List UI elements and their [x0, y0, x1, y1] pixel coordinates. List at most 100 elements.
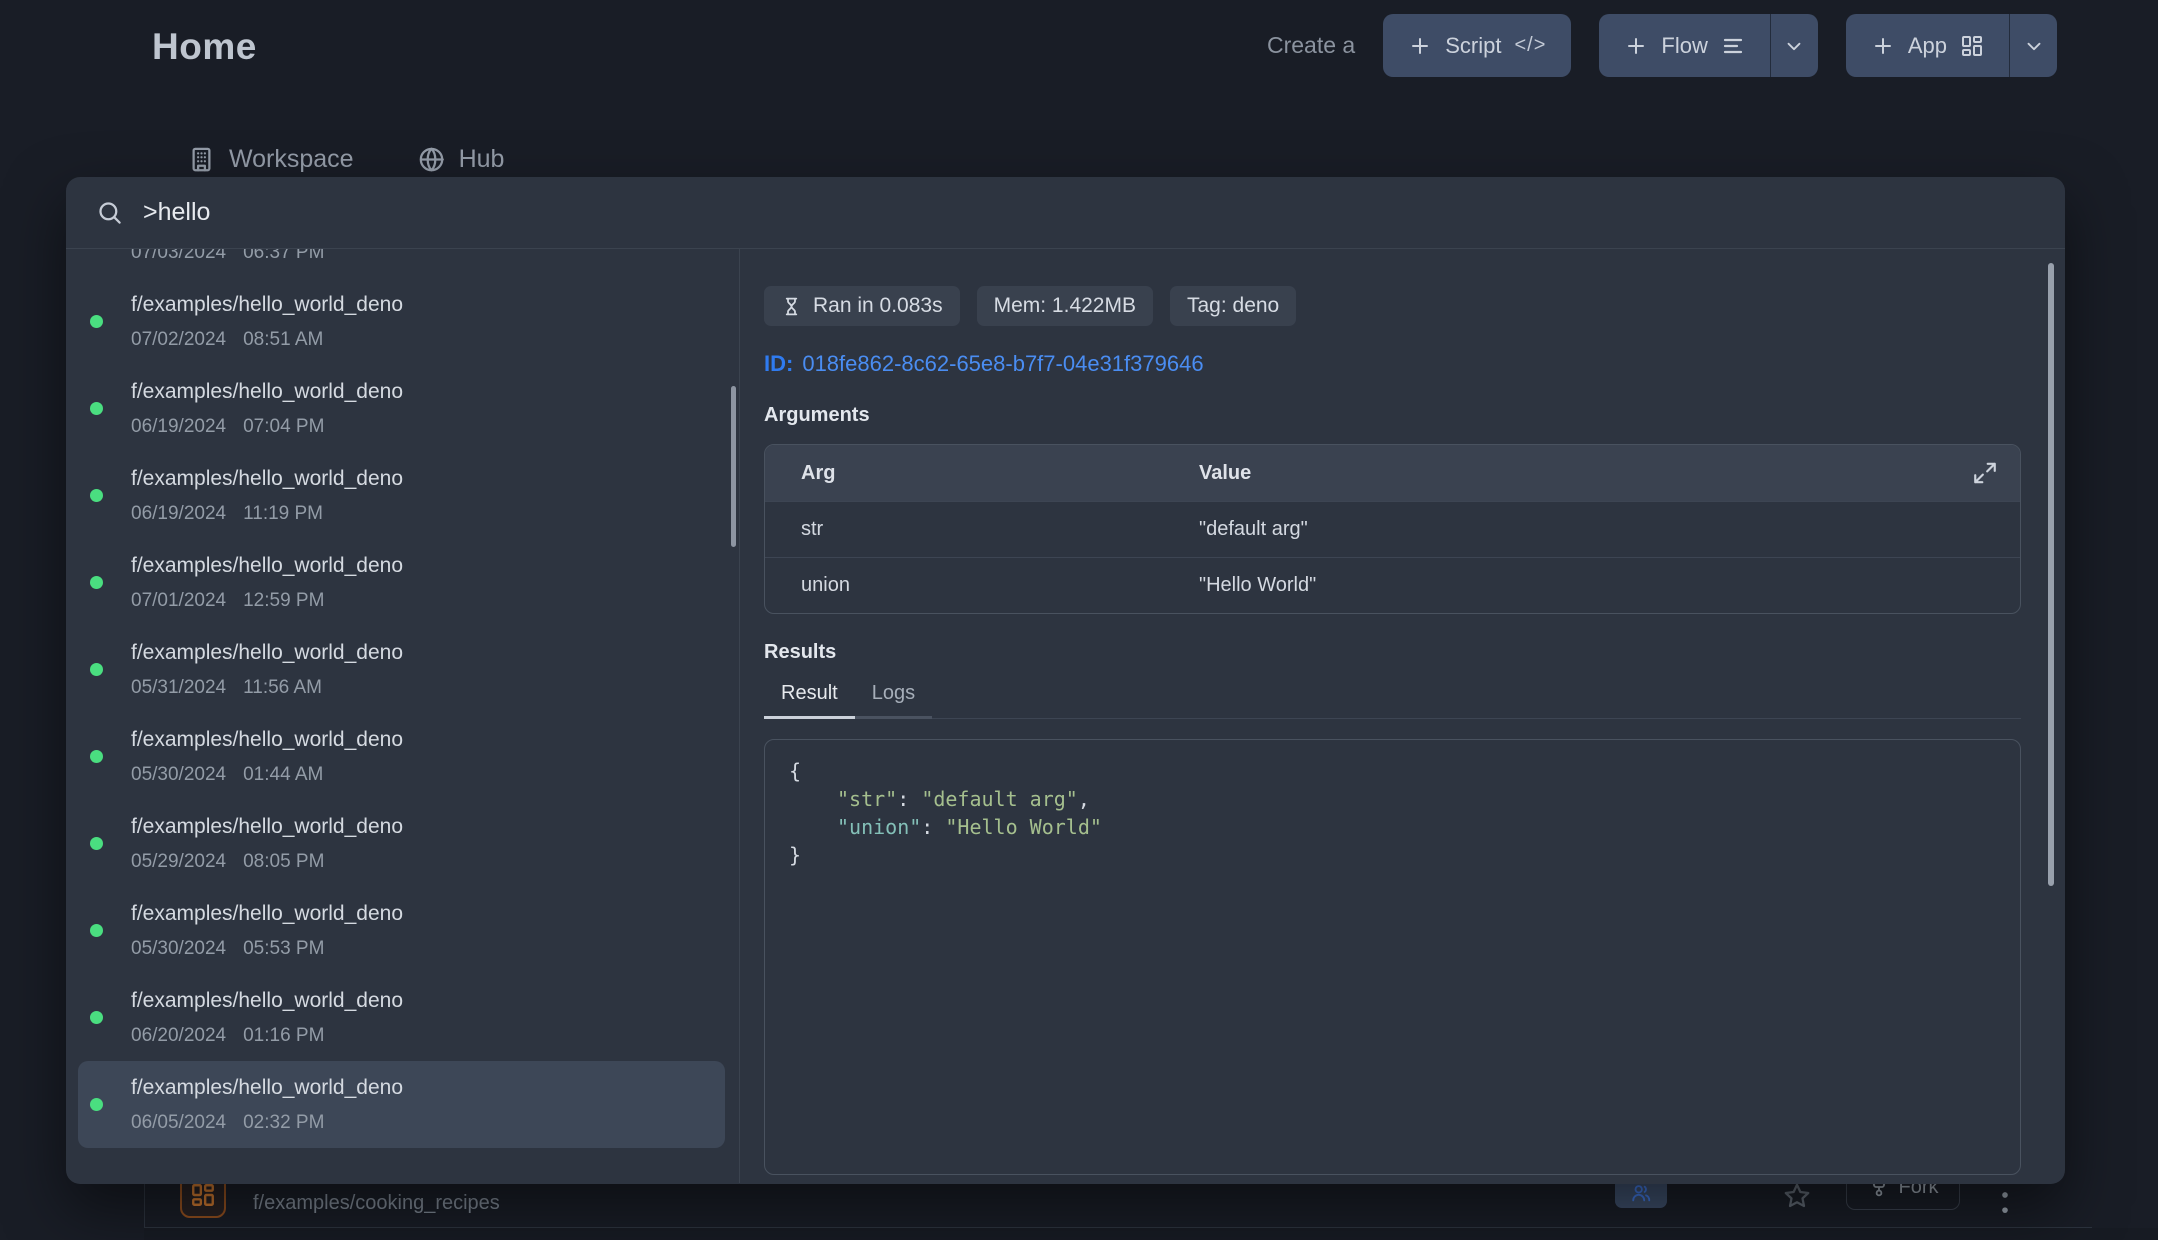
plus-icon	[1871, 34, 1895, 58]
column-header-value: Value	[1199, 462, 1251, 485]
run-path: f/examples/hello_world_deno	[131, 554, 403, 578]
expand-icon[interactable]	[1972, 460, 1998, 486]
home-tabs: Workspace Hub	[182, 144, 510, 175]
duration-badge: Ran in 0.083s	[764, 286, 960, 326]
create-app-label: App	[1908, 33, 1947, 59]
run-badges: Ran in 0.083s Mem: 1.422MB Tag: deno	[764, 286, 2021, 326]
json-comma: ,	[1078, 787, 1090, 811]
column-header-arg: Arg	[765, 462, 1199, 485]
create-prefix-label: Create a	[1267, 32, 1355, 59]
run-date: 06/19/2024	[131, 416, 226, 437]
list-item[interactable]: f/examples/hello_world_deno 06/19/202407…	[78, 365, 725, 452]
chevron-down-icon	[2023, 35, 2045, 57]
run-time: 06:37 PM	[243, 249, 324, 263]
run-time: 08:05 PM	[243, 851, 324, 872]
run-path: f/examples/hello_world_deno	[131, 467, 403, 491]
tab-hub[interactable]: Hub	[412, 144, 511, 175]
run-id-link[interactable]: 018fe862-8c62-65e8-b7f7-04e31f379646	[802, 351, 1203, 376]
search-input[interactable]	[141, 197, 1041, 228]
arguments-table-header: Arg Value	[765, 445, 2020, 501]
create-script-split: Script </>	[1383, 14, 1571, 77]
run-date: 06/20/2024	[131, 1025, 226, 1046]
run-time: 11:19 PM	[243, 503, 323, 524]
success-dot-icon	[90, 837, 103, 850]
create-app-button[interactable]: App	[1846, 14, 2009, 77]
success-dot-icon	[90, 1098, 103, 1111]
success-dot-icon	[90, 489, 103, 502]
run-date: 07/02/2024	[131, 329, 226, 350]
tag-badge: Tag: deno	[1170, 286, 1296, 326]
run-date: 05/30/2024	[131, 938, 226, 959]
run-time: 08:51 AM	[243, 329, 323, 350]
run-date: 07/03/2024	[131, 249, 226, 263]
run-time: 02:32 PM	[243, 1112, 324, 1133]
create-flow-dropdown-button[interactable]	[1770, 14, 1818, 77]
run-time: 01:16 PM	[243, 1025, 324, 1046]
run-list: 07/03/2024 06:37 PM f/examples/hello_worl…	[66, 249, 740, 1183]
search-bar	[66, 177, 2065, 249]
create-flow-split: Flow	[1599, 14, 1817, 77]
table-row: union "Hello World"	[765, 557, 2020, 613]
command-palette-modal: 07/03/2024 06:37 PM f/examples/hello_worl…	[66, 177, 2065, 1184]
success-dot-icon	[90, 663, 103, 676]
favorite-star-icon[interactable]	[1776, 1180, 1818, 1212]
json-colon: :	[921, 815, 945, 839]
list-item-selected[interactable]: f/examples/hello_world_deno 06/05/202402…	[78, 1061, 725, 1148]
run-time: 11:56 AM	[243, 677, 322, 698]
panel-scrollbar[interactable]	[2048, 263, 2054, 886]
create-flow-label: Flow	[1661, 33, 1707, 59]
run-path: f/examples/hello_world_deno	[131, 380, 403, 404]
tab-logs[interactable]: Logs	[855, 682, 932, 719]
arg-value: "Hello World"	[1199, 574, 1316, 597]
list-item[interactable]: f/examples/hello_world_deno 05/30/202405…	[78, 887, 725, 974]
results-heading: Results	[764, 641, 2021, 664]
json-key: "union"	[837, 815, 921, 839]
run-id-row: ID: 018fe862-8c62-65e8-b7f7-04e31f379646	[764, 351, 2021, 377]
tab-hub-label: Hub	[459, 145, 505, 174]
json-brace: {	[789, 759, 801, 783]
json-brace: }	[789, 843, 801, 867]
create-script-label: Script	[1445, 33, 1501, 59]
list-scrollbar[interactable]	[731, 386, 736, 547]
list-item[interactable]: f/examples/hello_world_deno 07/01/202412…	[78, 539, 725, 626]
success-dot-icon	[90, 1011, 103, 1024]
tab-workspace[interactable]: Workspace	[182, 144, 360, 175]
app-item-path[interactable]: f/examples/cooking_recipes	[253, 1192, 500, 1215]
run-date: 05/30/2024	[131, 764, 226, 785]
list-item[interactable]: f/examples/hello_world_deno 06/19/2024 11…	[78, 452, 725, 539]
palette-body: 07/03/2024 06:37 PM f/examples/hello_worl…	[66, 249, 2065, 1183]
list-item[interactable]: f/examples/hello_world_deno 05/30/202401…	[78, 713, 725, 800]
list-item[interactable]: 07/03/2024 06:37 PM	[78, 249, 725, 278]
arg-value: "default arg"	[1199, 518, 1308, 541]
create-app-split: App	[1846, 14, 2057, 77]
users-icon	[1630, 1182, 1652, 1204]
run-path: f/examples/hello_world_deno	[131, 989, 403, 1013]
tab-result[interactable]: Result	[764, 682, 855, 719]
list-item[interactable]: f/examples/hello_world_deno 05/29/202408…	[78, 800, 725, 887]
code-icon: </>	[1514, 34, 1546, 57]
run-path: f/examples/hello_world_deno	[131, 728, 403, 752]
results-tabs: Result Logs	[764, 682, 2021, 719]
list-item[interactable]: f/examples/hello_world_deno 07/02/202408…	[78, 278, 725, 365]
success-dot-icon	[90, 750, 103, 763]
run-id-label: ID:	[764, 351, 793, 376]
json-key: "str"	[837, 787, 897, 811]
run-date: 05/31/2024	[131, 677, 226, 698]
globe-icon	[418, 146, 445, 173]
list-item[interactable]: f/examples/hello_world_deno 05/31/2024 11…	[78, 626, 725, 713]
success-dot-icon	[90, 315, 103, 328]
create-app-dropdown-button[interactable]	[2009, 14, 2057, 77]
arguments-table: Arg Value str "default arg" union	[764, 444, 2021, 614]
run-date: 06/19/2024	[131, 503, 226, 524]
tab-workspace-label: Workspace	[229, 145, 354, 174]
create-script-button[interactable]: Script </>	[1383, 14, 1571, 77]
building-icon	[188, 146, 215, 173]
table-row: str "default arg"	[765, 501, 2020, 557]
next-row-edge	[144, 1228, 2158, 1240]
hourglass-icon	[781, 296, 802, 317]
create-flow-button[interactable]: Flow	[1599, 14, 1769, 77]
run-path: f/examples/hello_world_deno	[131, 641, 403, 665]
app-screen: Home Create a Script </> Flow	[0, 0, 2158, 1240]
list-item[interactable]: f/examples/hello_world_deno 06/20/2024 01…	[78, 974, 725, 1061]
run-date: 06/05/2024	[131, 1112, 226, 1133]
